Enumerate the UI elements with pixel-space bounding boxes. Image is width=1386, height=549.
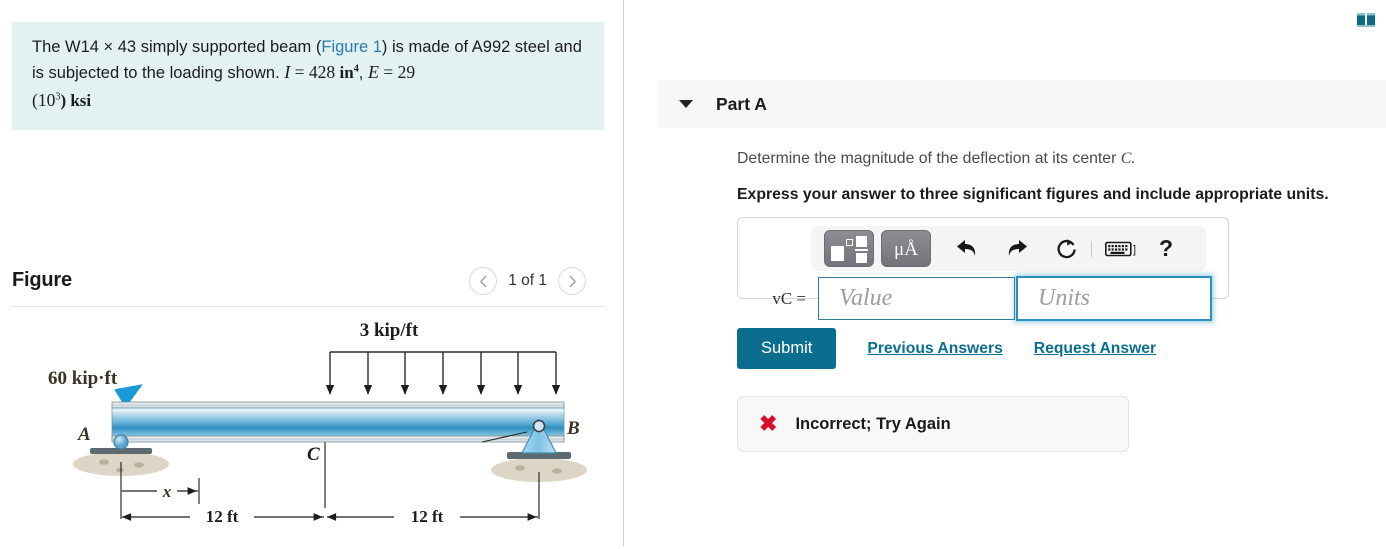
feedback-text: Incorrect; Try Again bbox=[795, 414, 951, 433]
undo-icon-svg bbox=[957, 239, 976, 256]
part-a-title: Part A bbox=[716, 93, 767, 114]
dimension-left-label: 12 ft bbox=[206, 507, 239, 526]
left-panel: The W14 × 43 simply supported beam (Figu… bbox=[0, 0, 624, 546]
math-toolbar: μÅ] ? bbox=[811, 226, 1206, 271]
request-answer-link[interactable]: Request Answer bbox=[1034, 340, 1156, 358]
distributed-load-label: 3 kip/ft bbox=[360, 320, 419, 341]
figure-title: Figure bbox=[12, 269, 72, 291]
caret-down-icon[interactable] bbox=[679, 100, 693, 108]
book-icon-svg bbox=[1357, 13, 1375, 27]
book-icon[interactable] bbox=[1352, 10, 1380, 32]
redo-icon[interactable] bbox=[999, 232, 1035, 266]
redo-icon-svg bbox=[1008, 239, 1027, 256]
question-symbol: C. bbox=[1120, 150, 1136, 167]
part-a-header[interactable]: Part A bbox=[658, 80, 1386, 128]
ground-speck bbox=[116, 467, 124, 473]
pin-hinge-b bbox=[532, 419, 546, 433]
chevron-right-icon bbox=[568, 274, 576, 288]
answer-variable-label: vC = bbox=[772, 288, 806, 308]
symbol-E: E bbox=[367, 62, 379, 83]
figure-page-label: 1 of 1 bbox=[508, 272, 547, 289]
figure-next-button[interactable] bbox=[558, 267, 586, 295]
beam-top-flange bbox=[111, 401, 565, 409]
beam-diagram-svg: 3 kip/ft 60 kip·ft A B C x 12 ft 12 ft bbox=[48, 320, 587, 526]
part-a-body: Determine the magnitude of the deflectio… bbox=[658, 128, 1386, 452]
undo-icon[interactable] bbox=[949, 232, 985, 266]
chevron-left-icon bbox=[479, 274, 487, 288]
submit-button[interactable]: Submit bbox=[737, 328, 837, 369]
ground-speck bbox=[552, 468, 562, 474]
ksi-prefix: (10 bbox=[32, 90, 56, 111]
feedback-banner: ✖ Incorrect; Try Again bbox=[737, 396, 1129, 452]
previous-answers-link[interactable]: Previous Answers bbox=[867, 340, 1002, 358]
equation-I-value: = 428 bbox=[290, 62, 340, 83]
dimension-x-label: x bbox=[162, 482, 172, 501]
problem-text-part2: 43 simply supported beam ( bbox=[113, 38, 322, 56]
submit-row: Submit Previous Answers Request Answer bbox=[737, 328, 1156, 369]
ground-speck bbox=[515, 465, 525, 471]
comma-sep: , bbox=[358, 64, 368, 83]
figure-pager: 1 of 1 bbox=[469, 267, 586, 295]
value-input[interactable] bbox=[818, 277, 1015, 320]
help-icon[interactable]: ? bbox=[1148, 232, 1184, 266]
figure-divider bbox=[12, 306, 604, 307]
dimension-right-label: 12 ft bbox=[411, 507, 444, 526]
roller-support-a bbox=[113, 434, 129, 450]
label-point-b: B bbox=[566, 418, 580, 439]
times-symbol: × bbox=[103, 38, 114, 56]
answer-row: vC = bbox=[752, 276, 1212, 321]
question-text: Determine the magnitude of the deflectio… bbox=[737, 150, 1386, 168]
units-input[interactable] bbox=[1016, 276, 1212, 321]
beam-diagram: 3 kip/ft 60 kip·ft A B C x 12 ft 12 ft bbox=[12, 312, 612, 544]
keyboard-icon-svg: ] bbox=[1105, 241, 1136, 256]
figure-header: Figure 1 of 1 bbox=[12, 265, 604, 305]
figure-prev-button[interactable] bbox=[469, 267, 498, 295]
equation-E-value: = 29 bbox=[378, 62, 416, 83]
keyboard-icon[interactable]: ] bbox=[1100, 232, 1144, 266]
answer-input-box: μÅ] ? vC = Value Units bbox=[737, 217, 1229, 321]
toolbar-separator bbox=[1091, 240, 1092, 257]
right-panel: Part A Determine the magnitude of the de… bbox=[625, 0, 1386, 546]
x-mark-icon: ✖ bbox=[759, 411, 778, 436]
beam-web bbox=[111, 407, 565, 441]
svg-text:]: ] bbox=[1133, 244, 1136, 256]
distributed-load-arrows bbox=[325, 352, 561, 395]
reset-icon[interactable] bbox=[1049, 232, 1085, 266]
label-point-c: C bbox=[307, 444, 320, 465]
unit-inches: in bbox=[339, 63, 354, 83]
problem-statement: The W14 × 43 simply supported beam (Figu… bbox=[12, 22, 604, 131]
instruction-text: Express your answer to three significant… bbox=[737, 186, 1329, 203]
reset-icon-svg bbox=[1057, 238, 1076, 258]
figure-1-link[interactable]: Figure 1 bbox=[321, 38, 382, 56]
ksi-suffix: ) ksi bbox=[60, 91, 92, 111]
problem-text-part3: ) is made of A992 bbox=[381, 38, 511, 56]
label-point-a: A bbox=[77, 424, 91, 445]
problem-text-part1: The W14 bbox=[32, 38, 104, 56]
moment-label: 60 kip·ft bbox=[48, 368, 118, 389]
math-template-icon[interactable] bbox=[824, 230, 874, 267]
micro-angstrom-icon[interactable]: μÅ bbox=[881, 230, 931, 267]
question-prompt: Determine the magnitude of the deflectio… bbox=[737, 150, 1121, 167]
ground-speck bbox=[134, 462, 144, 468]
ground-speck bbox=[99, 459, 109, 465]
